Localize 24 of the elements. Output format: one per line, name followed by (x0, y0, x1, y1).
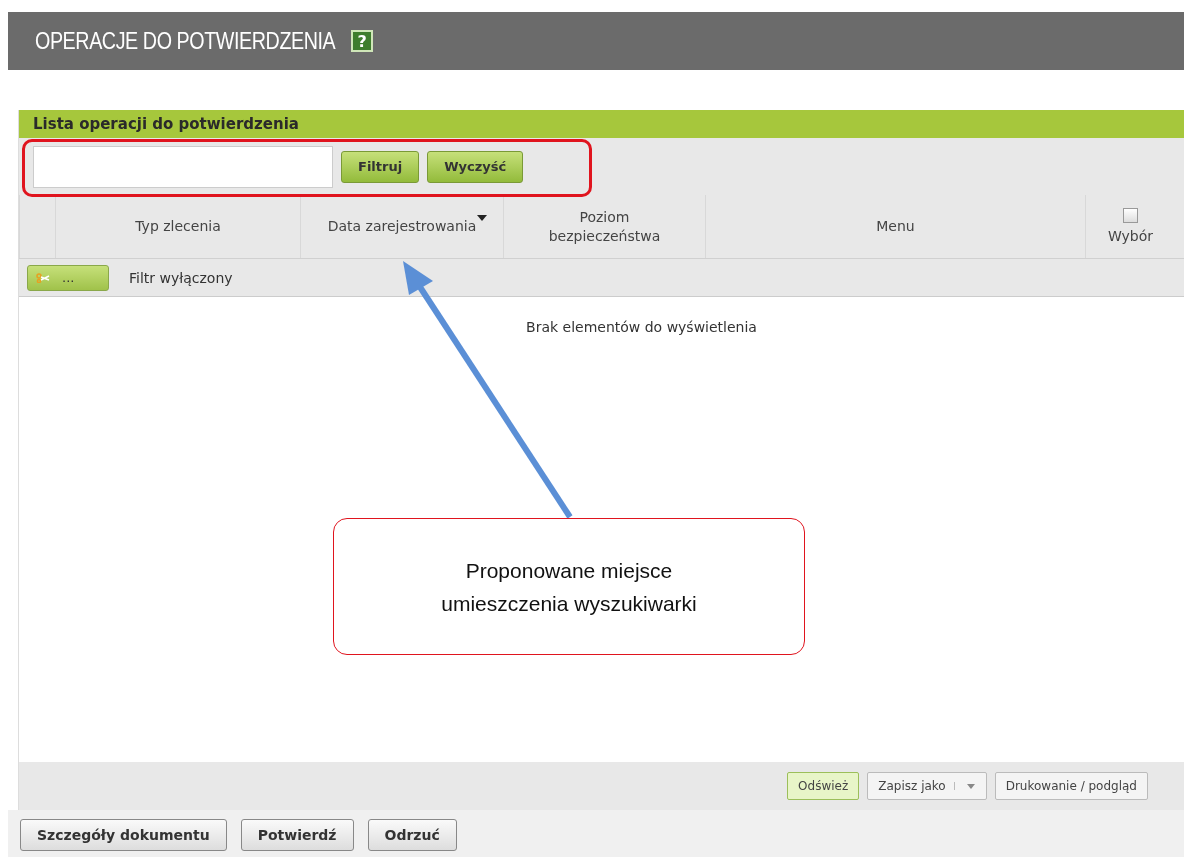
clear-button[interactable]: Wyczyść (427, 150, 524, 183)
column-header[interactable]: Typ zlecenia (55, 195, 300, 258)
column-header: Wybór (1107, 226, 1154, 246)
refresh-button[interactable]: Odśwież (787, 772, 860, 800)
confirm-button[interactable]: Potwierdź (240, 819, 354, 851)
details-button[interactable]: Szczegóły dokumentu (20, 819, 227, 851)
filter-button[interactable]: Filtruj (341, 150, 420, 183)
search-field[interactable] (33, 145, 333, 188)
save-as-button[interactable]: Zapisz jako (867, 772, 987, 800)
page-title: OPERACJE DO POTWIERDZENIA (35, 27, 336, 55)
scissors-icon (36, 272, 50, 283)
filter-toggle-button[interactable]: ... (27, 264, 109, 291)
empty-message: Brak elementów do wyświetlenia (526, 319, 757, 337)
panel-title: Lista operacji do potwierdzenia (33, 116, 299, 132)
print-button[interactable]: Drukowanie / podgląd (994, 772, 1148, 800)
column-header[interactable]: Poziom bezpieczeństwa (503, 195, 705, 258)
help-button[interactable]: ? (351, 30, 374, 52)
reject-button[interactable]: Odrzuć (367, 819, 457, 851)
select-all-checkbox[interactable] (1123, 207, 1138, 223)
column-header[interactable]: Data zarejestrowania (300, 195, 503, 258)
callout-text: Proponowane miejsce umieszczenia wyszukiwarki (440, 557, 698, 617)
caret-icon (953, 782, 976, 790)
filter-status: Filtr wyłączony (129, 269, 233, 286)
column-header[interactable]: Menu (705, 195, 1085, 258)
